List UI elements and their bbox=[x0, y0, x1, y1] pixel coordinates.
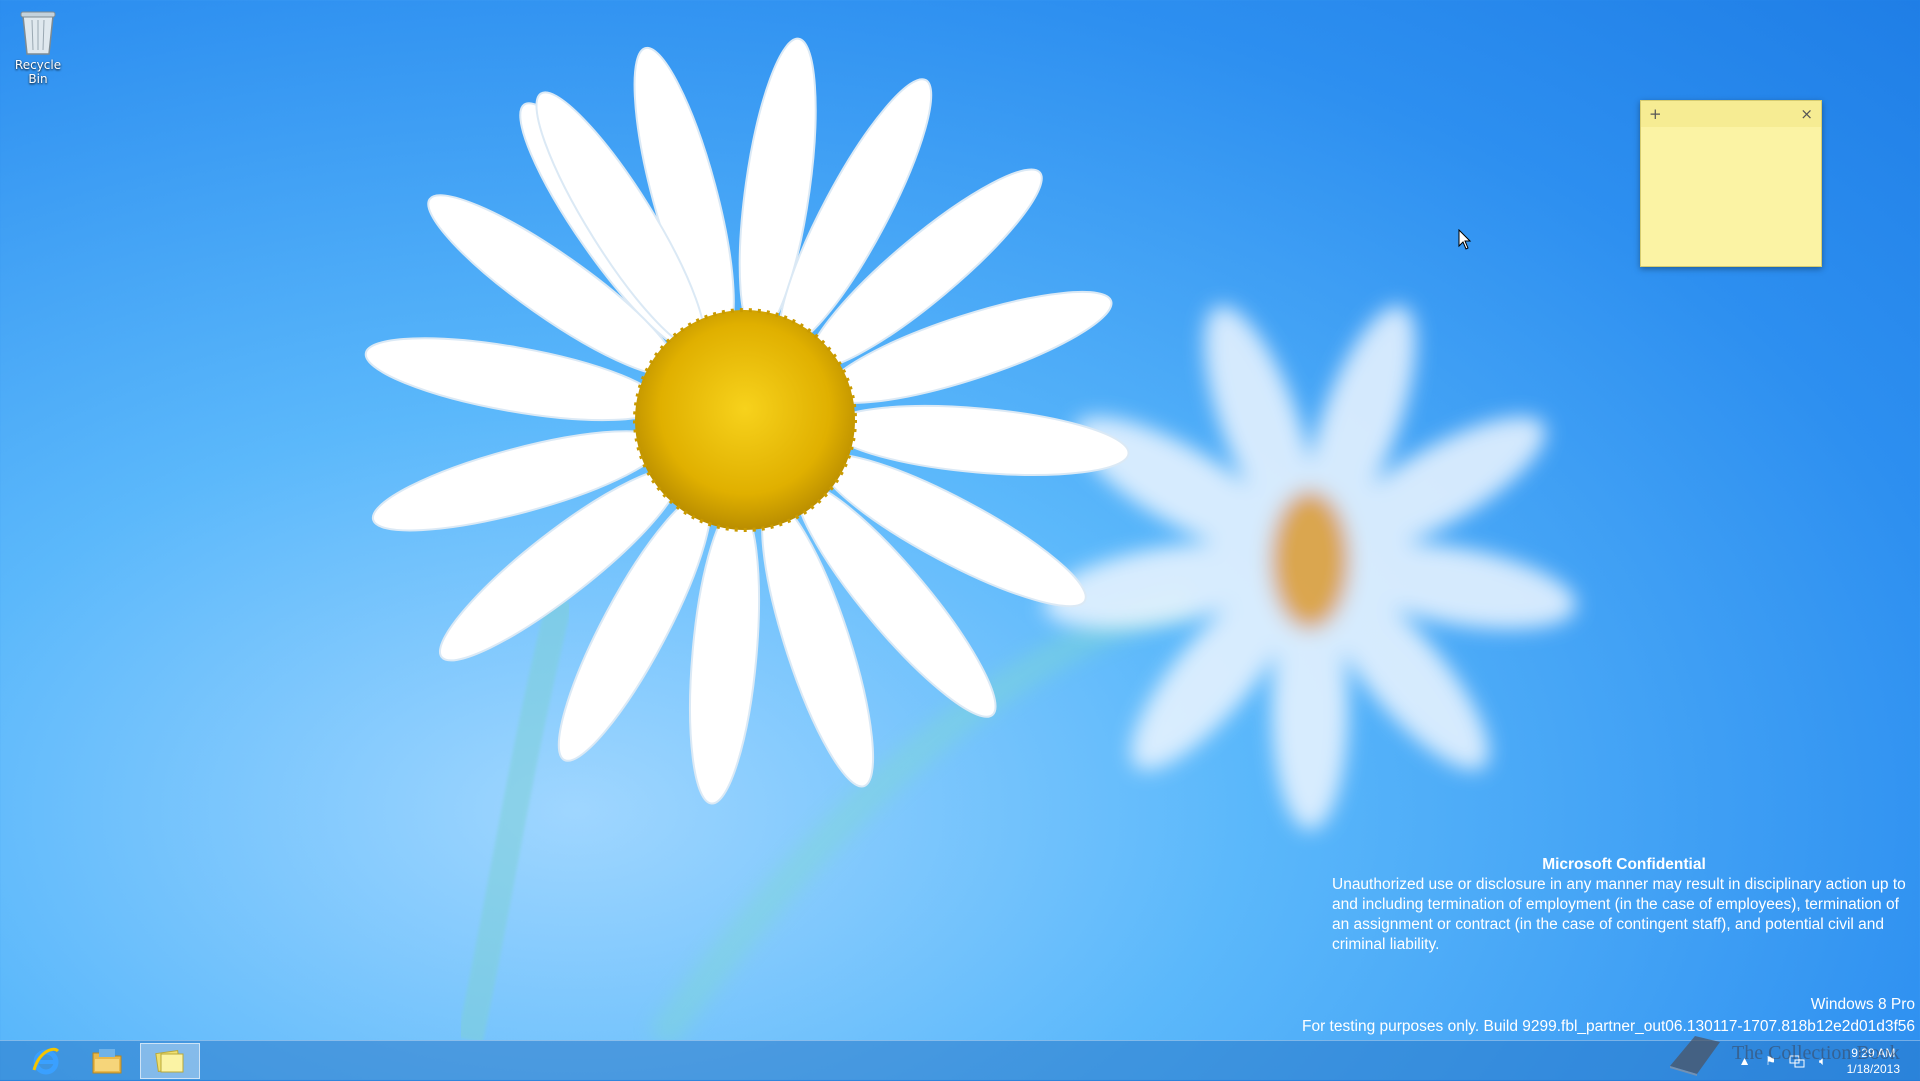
desktop-icon-label: Recycle Bin bbox=[14, 58, 62, 86]
taskbar-sticky-notes[interactable] bbox=[140, 1043, 200, 1079]
book-logo-icon bbox=[1670, 1036, 1720, 1076]
taskbar-file-explorer[interactable] bbox=[77, 1043, 137, 1079]
recycle-bin-icon bbox=[20, 11, 56, 55]
taskbar: ▲ ⚑ 🔈︎ 9:29 AM 1/18/2013 bbox=[0, 1040, 1920, 1081]
sticky-notes-icon bbox=[155, 1049, 184, 1073]
build-string: For testing purposes only. Build 9299.fb… bbox=[1301, 1018, 1915, 1035]
sticky-note[interactable]: + × bbox=[1640, 100, 1822, 267]
confidential-notice: Microsoft Confidential Unauthorized use … bbox=[1332, 855, 1916, 955]
folder-icon bbox=[92, 1049, 122, 1074]
confidential-title: Microsoft Confidential bbox=[1542, 856, 1706, 873]
desktop-icon-recycle-bin[interactable]: Recycle Bin bbox=[4, 6, 72, 86]
overlay-logo-text: The Collection Book bbox=[1732, 1042, 1900, 1064]
build-watermark: Windows 8 Pro For testing purposes only.… bbox=[1302, 994, 1915, 1038]
ie-icon bbox=[32, 1047, 60, 1075]
mouse-cursor-icon bbox=[1458, 229, 1472, 250]
add-note-button[interactable]: + bbox=[1649, 105, 1662, 123]
confidential-body: Unauthorized use or disclosure in any ma… bbox=[1332, 876, 1906, 953]
sticky-note-text[interactable] bbox=[1641, 127, 1821, 266]
edition-label: Windows 8 Pro bbox=[1810, 996, 1915, 1013]
close-note-button[interactable]: × bbox=[1800, 105, 1813, 123]
taskbar-internet-explorer[interactable] bbox=[16, 1043, 76, 1079]
sticky-note-toolbar: + × bbox=[1641, 101, 1821, 127]
